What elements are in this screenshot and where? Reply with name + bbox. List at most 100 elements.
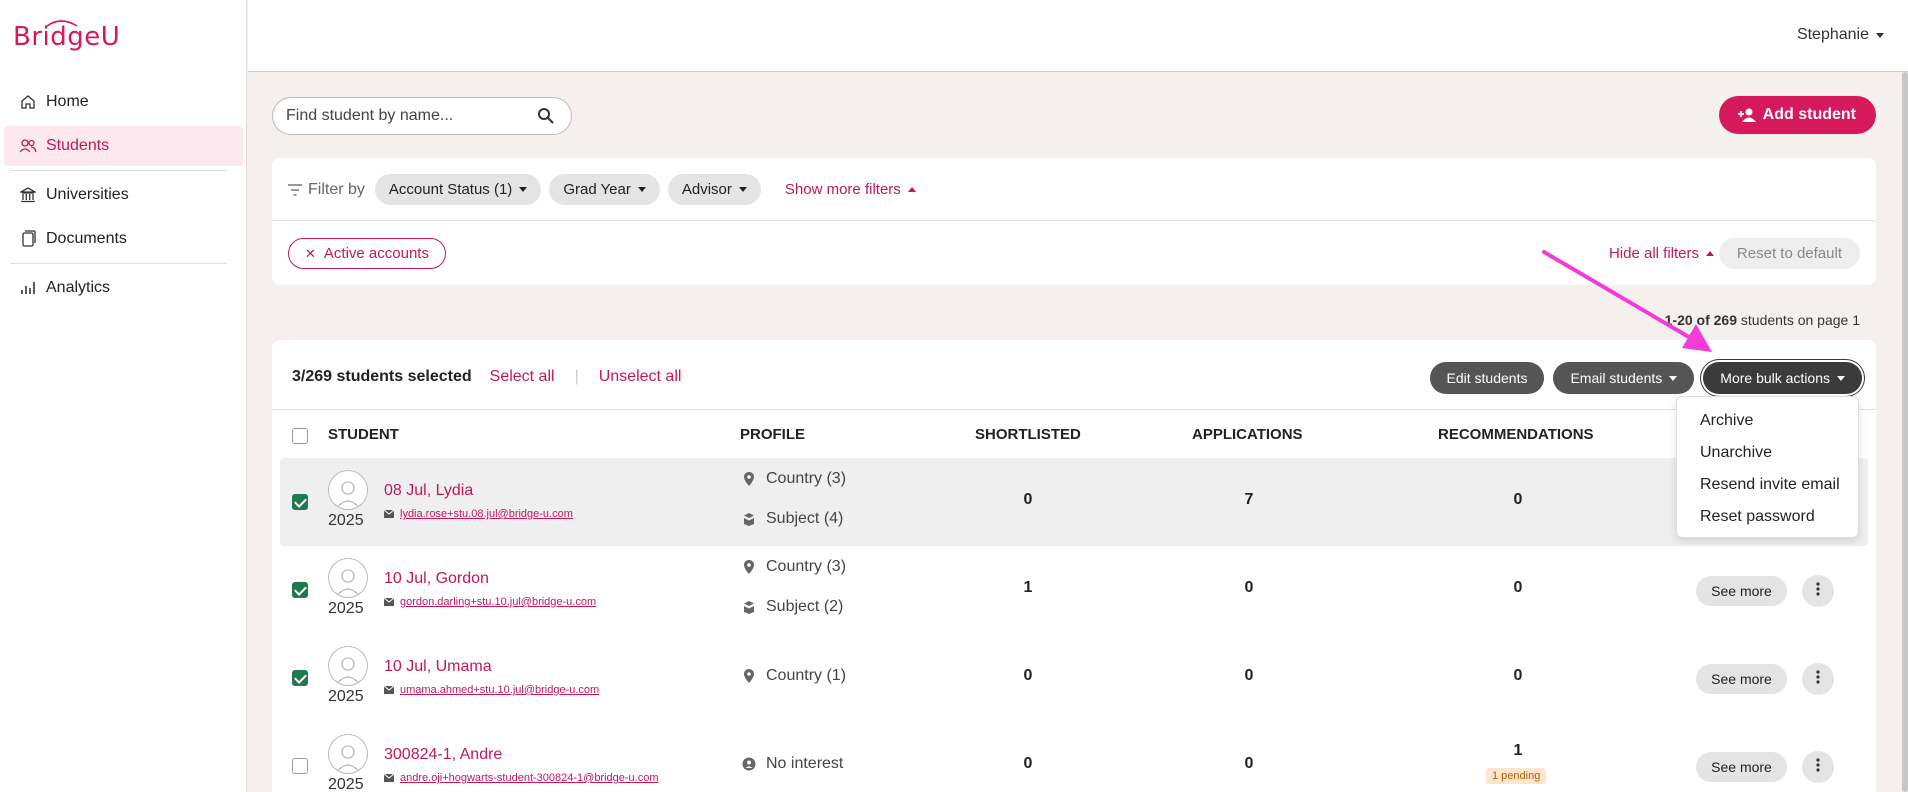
reset-label: Reset to default	[1736, 245, 1842, 262]
hide-all-filters-link[interactable]: Hide all filters	[1609, 245, 1714, 262]
row-checkbox[interactable]	[292, 582, 308, 598]
email-text: umama.ahmed+stu.10.jul@bridge-u.com	[400, 684, 600, 696]
show-more-filters-link[interactable]: Show more filters	[785, 181, 916, 198]
unselect-all-link[interactable]: Unselect all	[599, 368, 682, 386]
header-student: STUDENT	[328, 426, 399, 443]
row-menu-button[interactable]	[1802, 575, 1834, 607]
hide-all-label: Hide all filters	[1608, 245, 1699, 262]
student-email-link[interactable]: andre.oji+hogwarts-student-300824-1@brid…	[384, 772, 659, 784]
applications-count: 7	[1244, 491, 1254, 508]
sidebar-item-documents[interactable]: Documents	[4, 219, 243, 259]
grad-year: 2025	[328, 776, 364, 792]
recommendations-count: 0	[1513, 491, 1523, 508]
profile-subject: Subject (2)	[742, 598, 843, 616]
see-more-button[interactable]: See more	[1696, 576, 1787, 606]
filter-by-text: Filter by	[308, 180, 365, 198]
menu-item-resend-invite-email[interactable]: Resend invite email	[1677, 469, 1858, 501]
student-email-link[interactable]: umama.ahmed+stu.10.jul@bridge-u.com	[384, 684, 599, 696]
search-icon[interactable]	[537, 107, 555, 130]
advisor-filter[interactable]: Advisor	[667, 174, 761, 205]
profile-text: Country (3)	[766, 558, 847, 575]
chevron-down-icon	[738, 187, 747, 192]
top-bar: Stephanie	[248, 0, 1908, 72]
see-more-button[interactable]: See more	[1696, 752, 1787, 782]
shortlisted-count: 1	[1023, 579, 1033, 596]
sidebar-item-universities[interactable]: Universities	[4, 175, 243, 215]
pagination-suffix: students on page 1	[1740, 312, 1860, 328]
menu-item-archive[interactable]: Archive	[1677, 405, 1858, 437]
more-bulk-actions-button[interactable]: More bulk actions	[1703, 362, 1862, 394]
search-input[interactable]	[286, 107, 516, 125]
row-menu-button[interactable]	[1802, 751, 1834, 783]
students-table: 3/269 students selected Select all | Uns…	[272, 340, 1876, 792]
chip-label: Grad Year	[563, 181, 631, 198]
see-more-button[interactable]: See more	[1696, 664, 1787, 694]
menu-item-reset-password[interactable]: Reset password	[1677, 501, 1858, 533]
document-icon	[18, 229, 38, 249]
header-applications: APPLICATIONS	[1192, 426, 1303, 443]
select-all-checkbox[interactable]	[292, 428, 308, 444]
subject-icon	[742, 600, 756, 614]
email-students-button[interactable]: Email students	[1553, 362, 1695, 394]
sidebar-item-label: Documents	[46, 230, 127, 247]
student-search	[272, 97, 572, 135]
avatar	[328, 558, 368, 598]
student-name-link[interactable]: 300824-1, Andre	[384, 746, 502, 764]
row-checkbox[interactable]	[292, 494, 308, 510]
location-pin-icon	[742, 560, 756, 574]
add-student-button[interactable]: Add student	[1718, 96, 1876, 134]
profile-country: Country (1)	[742, 667, 846, 685]
chevron-down-icon	[519, 187, 528, 192]
row-checkbox[interactable]	[292, 670, 308, 686]
avatar	[328, 646, 368, 686]
row-menu-button[interactable]	[1802, 663, 1834, 695]
location-pin-icon	[742, 472, 756, 486]
bank-icon	[18, 185, 38, 205]
close-icon[interactable]: ✕	[305, 246, 316, 262]
divider	[10, 170, 227, 171]
email-label: Email students	[1570, 370, 1663, 386]
table-row[interactable]: 2025 10 Jul, Umama umama.ahmed+stu.10.ju…	[280, 634, 1868, 722]
sidebar-item-students[interactable]: Students	[4, 126, 243, 166]
edit-students-button[interactable]: Edit students	[1429, 362, 1545, 394]
table-row[interactable]: 2025 300824-1, Andre andre.oji+hogwarts-…	[280, 722, 1868, 792]
user-menu[interactable]: Stephanie	[1797, 26, 1884, 44]
shortlisted-count: 0	[1023, 667, 1033, 684]
sidebar-item-analytics[interactable]: Analytics	[4, 268, 243, 308]
table-row[interactable]: 2025 10 Jul, Gordon gordon.darling+stu.1…	[280, 546, 1868, 634]
mail-icon	[384, 510, 394, 518]
active-accounts-filter-chip[interactable]: ✕ Active accounts	[288, 238, 446, 269]
scrollbar-thumb[interactable]	[1902, 72, 1908, 792]
more-vertical-icon	[1816, 581, 1820, 601]
student-name-link[interactable]: 10 Jul, Umama	[384, 658, 492, 676]
add-student-label: Add student	[1762, 106, 1856, 123]
row-checkbox[interactable]	[292, 758, 308, 774]
table-row[interactable]: 2025 08 Jul, Lydia lydia.rose+stu.08.jul…	[280, 458, 1868, 546]
profile-text: Country (3)	[766, 470, 847, 487]
location-pin-icon	[742, 669, 756, 683]
student-name-link[interactable]: 10 Jul, Gordon	[384, 570, 489, 588]
bridgeu-logo[interactable]: BridgeU	[13, 18, 120, 52]
more-label: More bulk actions	[1720, 370, 1830, 386]
applications-count: 0	[1244, 755, 1254, 772]
menu-item-unarchive[interactable]: Unarchive	[1677, 437, 1858, 469]
more-vertical-icon	[1816, 757, 1820, 777]
avatar	[328, 734, 368, 774]
sidebar-item-home[interactable]: Home	[4, 82, 243, 122]
show-more-label: Show more filters	[784, 181, 901, 198]
sidebar-nav: Home Students Universities Documents Ana…	[0, 78, 247, 312]
applications-count: 0	[1244, 579, 1254, 596]
recommendations-count: 0	[1513, 579, 1523, 596]
pending-badge: 1 pending	[1486, 768, 1547, 784]
reset-to-default-button[interactable]: Reset to default	[1718, 238, 1860, 269]
student-name-link[interactable]: 08 Jul, Lydia	[384, 482, 473, 500]
student-email-link[interactable]: lydia.rose+stu.08.jul@bridge-u.com	[384, 508, 573, 520]
divider	[10, 263, 227, 264]
student-email-link[interactable]: gordon.darling+stu.10.jul@bridge-u.com	[384, 596, 596, 608]
scrollbar[interactable]	[1902, 72, 1908, 792]
account-status-filter[interactable]: Account Status (1)	[374, 174, 542, 205]
filter-by-label: Filter by	[288, 181, 365, 199]
select-all-link[interactable]: Select all	[490, 368, 555, 386]
grad-year-filter[interactable]: Grad Year	[549, 174, 660, 205]
filter-icon	[288, 183, 302, 196]
